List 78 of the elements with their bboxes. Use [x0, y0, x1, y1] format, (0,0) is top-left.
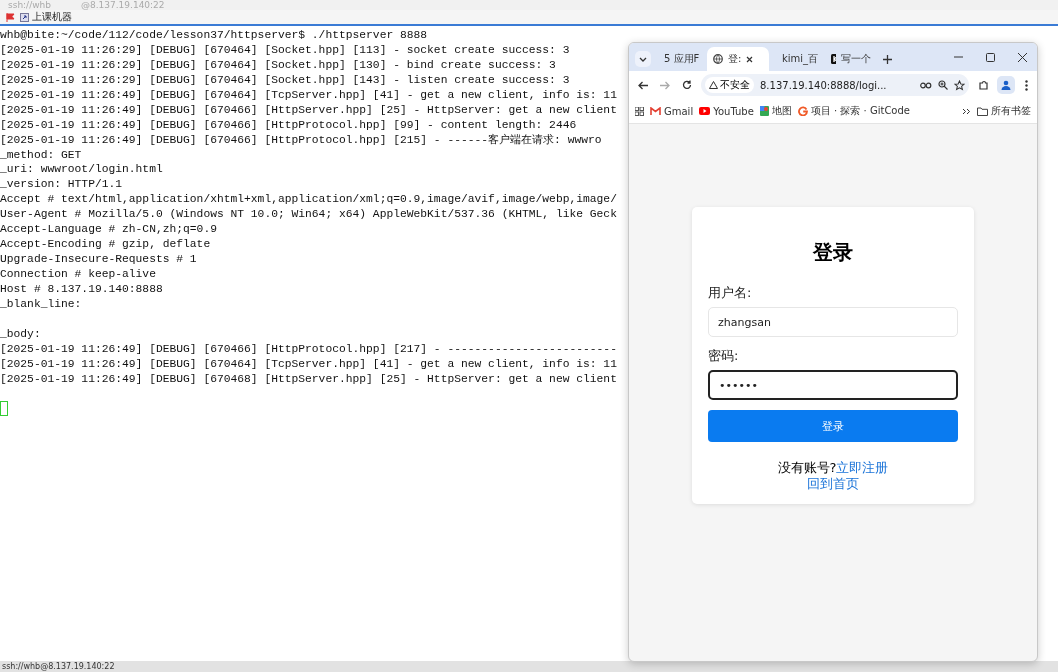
globe-icon: [713, 54, 723, 64]
bookmark-link[interactable]: YouTube: [699, 105, 754, 117]
all-bookmarks-link[interactable]: 所有书签: [977, 104, 1031, 118]
terminal-line: [2025-01-19 11:26:49] [DEBUG] [670466] [HttpServer.hpp] [25] - HttpServer: get a new client: [0, 102, 617, 118]
terminal-line: [2025-01-19 11:26:49] [DEBUG] [670468] [HttpServer.hpp] [25] - HttpServer: get a new client: [0, 371, 617, 387]
status-bar: ssh://whb@8.137.19.140:22: [0, 661, 1058, 672]
map-icon: [759, 106, 769, 116]
play-icon: [699, 107, 711, 115]
terminal-line: [2025-01-19 11:26:49] [DEBUG] [670464] [TcpServer.hpp] [41] - get a new client, info is: 11: [0, 87, 617, 103]
password-field[interactable]: ••••••: [708, 370, 958, 400]
folder-icon: [977, 106, 988, 116]
terminal-line: [2025-01-19 11:26:49] [DEBUG] [670466] [HttpProtocol.hpp] [215] - ------客户端在请求: wwwro: [0, 132, 602, 148]
close-icon: [1017, 52, 1027, 62]
terminal-line: _version: HTTP/1.1: [0, 177, 123, 193]
apps-grid-icon[interactable]: [635, 106, 644, 116]
chevrons-icon[interactable]: [962, 107, 971, 115]
menu-icon: [1024, 79, 1028, 91]
terminal-line: whb@bite:~/code/112/code/lesson37/httpserver$ ./httpserver 8888: [0, 28, 428, 43]
profile-button[interactable]: [997, 76, 1015, 94]
username-label: 用户名:: [708, 284, 753, 302]
back-arrow-icon: [638, 80, 648, 90]
session-tab-text: ssh://whb: [8, 0, 51, 10]
star-icon[interactable]: [954, 79, 965, 91]
bookmark-link[interactable]: Gmail: [650, 105, 694, 117]
terminal-line: _method: GET: [0, 147, 82, 163]
flag-icon[interactable]: [6, 12, 16, 22]
terminal-line: [2025-01-19 11:26:49] [DEBUG] [670466] [HttpProtocol.hpp] [217] - -------------------------: [0, 341, 617, 357]
terminal-line: User-Agent # Mozilla/5.0 (Windows NT 10.0; Win64; x64) AppleWebKit/537.36 (KHTML, like Geck: [0, 207, 617, 223]
username-field[interactable]: zhangsan: [708, 307, 958, 337]
plus-icon: [882, 54, 892, 64]
terminal-line: Accept # text/html,application/xhtml+xml,application/xml;q=0.9,image/avif,image/webp,image/: [0, 192, 617, 208]
security-text: 不安全: [720, 78, 750, 92]
register-link[interactable]: 立即注册: [836, 460, 889, 475]
minimize-icon: [953, 56, 963, 58]
key-icon[interactable]: [920, 81, 932, 89]
terminal-line: _blank_line:: [0, 296, 82, 312]
terminal-line: Connection # keep-alive: [0, 267, 156, 282]
terminal-line: [2025-01-19 11:26:29] [DEBUG] [670464] [Socket.hpp] [113] - socket create success: 3: [0, 42, 570, 58]
close-icon[interactable]: [746, 55, 754, 63]
session-tab-text: @8.137.19.140:22: [80, 0, 165, 10]
terminal-line: [2025-01-19 11:26:29] [DEBUG] [670464] [Socket.hpp] [143] - listen create success: 3: [0, 72, 570, 88]
zoom-icon[interactable]: [938, 80, 948, 90]
login-button[interactable]: 登录: [708, 410, 958, 442]
register-prompt: 没有账号?立即注册: [777, 460, 889, 476]
warning-icon: [709, 81, 718, 89]
app-icon: [831, 54, 836, 64]
g-logo-icon: [797, 106, 808, 116]
terminal-line: [2025-01-19 11:26:49] [DEBUG] [670466] [HttpProtocol.hpp] [99] - content length: 2446: [0, 117, 577, 133]
terminal-line: [2025-01-19 11:26:49] [DEBUG] [670464] [TcpServer.hpp] [41] - get a new client, info is: 11: [0, 356, 617, 372]
browser-tab[interactable]: 登:: [707, 47, 769, 71]
terminal-cursor: [0, 401, 8, 417]
address-bar[interactable]: 不安全 8.137.19.140:8888/logi...: [701, 74, 969, 96]
url-text: 8.137.19.140:8888/logi...: [760, 79, 888, 91]
chevron-down-icon: [639, 56, 647, 62]
reload-icon: [682, 80, 692, 90]
password-label: 密码:: [708, 347, 740, 365]
terminal-line: _uri: wwwroot/login.html: [0, 162, 163, 178]
maximize-icon: [985, 52, 995, 62]
terminal-line: [2025-01-19 11:26:29] [DEBUG] [670464] [Socket.hpp] [130] - bind create success: 3: [0, 57, 556, 73]
terminal-line: Upgrade-Insecure-Requests # 1: [0, 252, 197, 267]
home-link[interactable]: 回到首页: [807, 476, 859, 492]
terminal-line: Host # 8.137.19.140:8888: [0, 281, 163, 297]
terminal-line: _body:: [0, 326, 41, 342]
bookmark-link[interactable]: 地图: [759, 104, 792, 118]
login-title: 登录: [812, 239, 854, 266]
browser-tab[interactable]: 写一个: [825, 47, 877, 71]
terminal-line: Accept-Language # zh-CN,zh;q=0.9: [0, 222, 217, 238]
mail-icon: [650, 107, 661, 115]
person-icon: [1001, 80, 1011, 90]
toolbar-shortcut[interactable]: 上课机器: [20, 10, 72, 24]
bookmark-link[interactable]: 项目 · 探索 · GitCode: [797, 104, 910, 118]
shortcut-icon: [20, 12, 29, 22]
forward-arrow-icon: [660, 80, 670, 90]
tab-search-button[interactable]: [635, 51, 651, 67]
browser-tab[interactable]: 5 应用F: [653, 47, 705, 71]
terminal-line: Accept-Encoding # gzip, deflate: [0, 237, 211, 253]
security-chip[interactable]: 不安全: [705, 77, 754, 93]
browser-tab[interactable]: kimi_百: [771, 47, 823, 71]
